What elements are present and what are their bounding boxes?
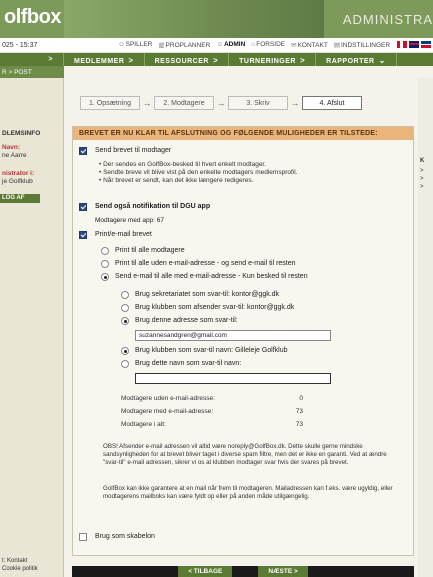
nav-turneringer[interactable]: TURNERINGER > bbox=[229, 53, 317, 66]
golfbox-logo[interactable]: olfbox bbox=[4, 6, 62, 29]
nav-rapporter[interactable]: RAPPORTER ⌄ bbox=[316, 53, 397, 66]
arrow-right-icon: → bbox=[290, 98, 300, 108]
util-link-spiller[interactable]: ☺SPILLER bbox=[118, 41, 152, 49]
send-letter-label: Send brevet til modtager bbox=[95, 147, 172, 154]
dgu-notify-checkbox[interactable] bbox=[79, 203, 87, 211]
send-letter-checkbox[interactable] bbox=[79, 147, 87, 155]
stat-label: Modtagere med e-mail-adresse: bbox=[121, 408, 214, 415]
info-bullet: Når brevet er sendt, kan det ikke længer… bbox=[99, 177, 297, 185]
reply-custom-radio[interactable] bbox=[121, 317, 129, 325]
reply-custom-label: Brug denne adresse som svar-til: bbox=[135, 317, 238, 324]
util-link-kontakt[interactable]: ✉KONTAKT bbox=[291, 41, 328, 49]
name-custom-radio[interactable] bbox=[121, 360, 129, 368]
info-bullet: Der sendes en GolfBox-besked til hvert e… bbox=[99, 161, 297, 169]
finish-panel: BREVET ER NU KLAR TIL AFSLUTNING OG FØLG… bbox=[72, 126, 414, 556]
util-link-forside[interactable]: ⌂FORSIDE bbox=[251, 41, 285, 49]
next-button[interactable]: NÆSTE > bbox=[258, 566, 308, 577]
reply-name-input[interactable] bbox=[135, 373, 331, 384]
utility-bar: 025 - 15:37 ☺SPILLER ▥PROPLANNER ☺ADMIN … bbox=[0, 38, 433, 53]
mail-icon: ✉ bbox=[291, 42, 297, 49]
top-banner: olfbox ADMINISTRA bbox=[0, 0, 433, 38]
nav-ressourcer[interactable]: RESSOURCER > bbox=[145, 53, 230, 66]
arrow-right-icon: → bbox=[216, 98, 226, 108]
sidebar-admin-label: nistrator i: bbox=[2, 170, 35, 177]
chevron-down-icon: ⌄ bbox=[378, 56, 386, 65]
right-strip-arrow: > bbox=[420, 168, 424, 174]
sidebar-name-value: ne Aarre bbox=[2, 152, 27, 159]
wizard-step-4[interactable]: 4. Afslut bbox=[302, 96, 362, 110]
language-flags bbox=[397, 41, 431, 48]
template-checkbox[interactable] bbox=[79, 533, 87, 541]
stat-value: 73 bbox=[295, 421, 303, 428]
user-icon: ☺ bbox=[216, 41, 223, 48]
panel-heading: BREVET ER NU KLAR TIL AFSLUTNING OG FØLG… bbox=[73, 127, 413, 140]
info-bullet: Sendte breve vil blive vist på den enkel… bbox=[99, 169, 297, 177]
footer-cookie-link[interactable]: Cookie politik bbox=[2, 566, 38, 572]
name-custom-label: Brug dette navn som svar-til navn: bbox=[135, 360, 242, 367]
button-bar: < TILBAGE NÆSTE > bbox=[72, 566, 414, 577]
flag-english-icon[interactable] bbox=[409, 41, 419, 48]
spam-notice: OBS! Afsender e-mail adressen vil altid … bbox=[103, 443, 387, 466]
dgu-recipient-count: Modtagere med app: 67 bbox=[95, 217, 165, 224]
wizard-step-2[interactable]: 2. Modtagere bbox=[154, 96, 214, 110]
calendar-icon: ▥ bbox=[158, 42, 165, 49]
option-email-only-label: Send e-mail til alle med e-mail-adresse … bbox=[115, 273, 308, 280]
left-sidebar: DLEMSINFO Navn: ne Aarre nistrator i: je… bbox=[0, 78, 64, 577]
sidebar-name-label: Navn: bbox=[2, 144, 21, 151]
right-strip: K > > > bbox=[418, 78, 433, 577]
wizard-steps: 1. Opsætning → 2. Modtagere → 3. Skriv →… bbox=[80, 96, 362, 110]
print-email-checkbox[interactable] bbox=[79, 231, 87, 239]
right-strip-label: K bbox=[420, 158, 425, 164]
option-email-only-radio[interactable] bbox=[101, 273, 109, 281]
name-club-label: Brug klubben som svar-til navn: Gillelej… bbox=[135, 347, 288, 354]
reply-secretariat-radio[interactable] bbox=[121, 291, 129, 299]
option-print-no-email-radio[interactable] bbox=[101, 260, 109, 268]
reply-address-input[interactable]: suzannesandgren@gmail.com bbox=[135, 330, 331, 341]
clock: 025 - 15:37 bbox=[2, 42, 38, 49]
footer-contact-link[interactable]: t: Kontakt bbox=[2, 558, 27, 564]
template-label: Brug som skabelon bbox=[95, 533, 155, 540]
main-navigation: > MEDLEMMER > RESSOURCER > TURNERINGER > RA… bbox=[0, 53, 433, 66]
breadcrumb: R > POST bbox=[0, 66, 64, 78]
utility-links: ☺SPILLER ▥PROPLANNER ☺ADMIN ⌂FORSIDE ✉KO… bbox=[118, 41, 390, 49]
reply-club-label: Brug klubben som afsender svar-til: kont… bbox=[135, 304, 295, 311]
delivery-notice: GolfBox kan ikke garantere at en mail nå… bbox=[103, 485, 393, 500]
logout-button[interactable]: LOG AF bbox=[0, 194, 40, 203]
option-print-all-label: Print til alle modtagere bbox=[115, 247, 185, 254]
section-title: ADMINISTRA bbox=[342, 12, 433, 27]
back-button[interactable]: < TILBAGE bbox=[178, 566, 233, 577]
name-club-radio[interactable] bbox=[121, 347, 129, 355]
stat-label: Modtagere uden e-mail-adresse: bbox=[121, 395, 215, 402]
right-strip-arrow: > bbox=[420, 184, 424, 190]
reply-secretariat-label: Brug sekretariatet som svar-til: kontor@… bbox=[135, 291, 280, 298]
settings-icon: ▤ bbox=[333, 42, 340, 49]
wizard-step-3[interactable]: 3. Skriv bbox=[228, 96, 288, 110]
main-content: 1. Opsætning → 2. Modtagere → 3. Skriv →… bbox=[66, 78, 416, 577]
nav-back-arrow[interactable]: > bbox=[0, 53, 64, 66]
sidebar-admin-value: je Golfklub bbox=[2, 178, 33, 185]
flag-danish-icon[interactable] bbox=[397, 41, 407, 48]
stat-label: Modtagere i alt: bbox=[121, 421, 166, 428]
dgu-notify-label: Send også notifikation til DGU app bbox=[95, 203, 211, 210]
user-icon: ☺ bbox=[118, 41, 125, 48]
util-link-admin[interactable]: ☺ADMIN bbox=[216, 41, 245, 49]
stat-value: 0 bbox=[299, 395, 303, 402]
flag-other-icon[interactable] bbox=[421, 41, 431, 48]
send-letter-info: Der sendes en GolfBox-besked til hvert e… bbox=[99, 161, 297, 185]
home-icon: ⌂ bbox=[251, 41, 256, 48]
option-print-no-email-label: Print til alle uden e-mail-adresse - og … bbox=[115, 260, 296, 267]
right-strip-arrow: > bbox=[420, 176, 424, 182]
nav-medlemmer[interactable]: MEDLEMMER > bbox=[64, 53, 145, 66]
arrow-right-icon: → bbox=[142, 98, 152, 108]
reply-club-radio[interactable] bbox=[121, 304, 129, 312]
wizard-step-1[interactable]: 1. Opsætning bbox=[80, 96, 140, 110]
stat-value: 73 bbox=[295, 408, 303, 415]
banner-photo bbox=[64, 0, 324, 38]
sidebar-title: DLEMSINFO bbox=[2, 130, 41, 137]
screen: olfbox ADMINISTRA 025 - 15:37 ☺SPILLER ▥… bbox=[0, 0, 433, 577]
util-link-proplanner[interactable]: ▥PROPLANNER bbox=[158, 41, 210, 49]
print-email-label: Print/e-mail brevet bbox=[95, 231, 152, 238]
option-print-all-radio[interactable] bbox=[101, 247, 109, 255]
util-link-indstillinger[interactable]: ▤INDSTILLINGER bbox=[334, 41, 390, 49]
